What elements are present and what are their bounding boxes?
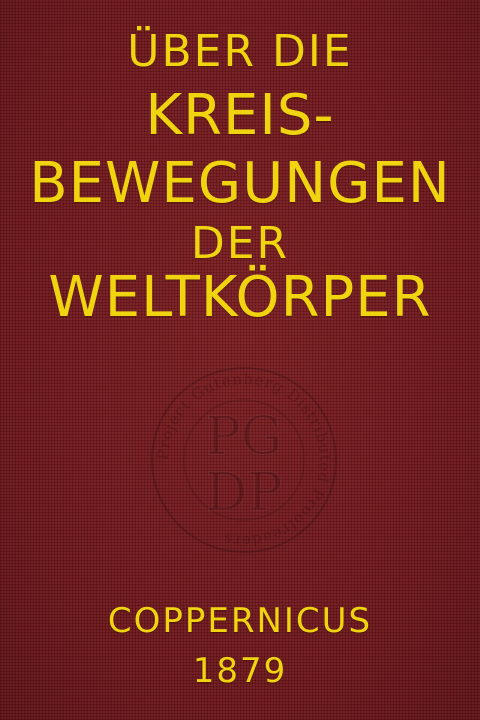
author-name: COPPERNICUS <box>107 601 373 641</box>
title-line-2: KREIS- <box>145 83 335 148</box>
title-line-3: BEWEGUNGEN <box>29 151 451 216</box>
title-line-4: DER <box>190 218 290 269</box>
book-cover: ÜBER DIE KREIS- BEWEGUNGEN DER WELTKÖRPE… <box>0 0 480 720</box>
seal-initials-bottom: DP <box>206 463 283 523</box>
seal-graphic: Project Gutenberg Distributed Proofreade… <box>151 367 337 553</box>
embossed-seal-icon: Project Gutenberg Distributed Proofreade… <box>146 362 342 558</box>
title-line-1: ÜBER DIE <box>127 26 353 77</box>
publication-year: 1879 <box>192 651 288 691</box>
title-line-5: WELTKÖRPER <box>48 265 432 330</box>
seal-initials-top: PG <box>206 407 283 467</box>
